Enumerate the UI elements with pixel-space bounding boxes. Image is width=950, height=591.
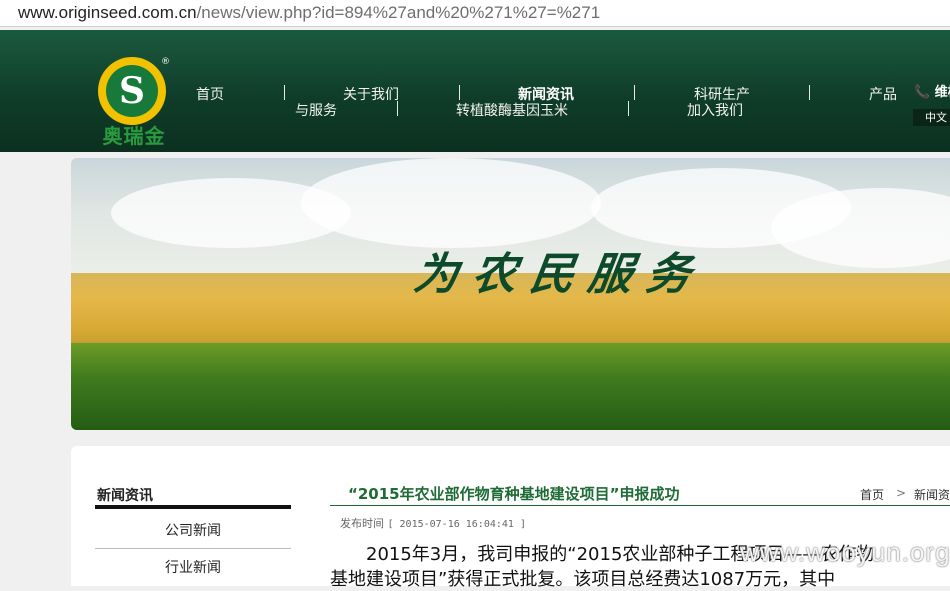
- nav-item-home[interactable]: 首页: [196, 84, 224, 104]
- nav-item-services[interactable]: 与服务: [295, 100, 337, 120]
- article-meta: 发布时间 [ 2015-07-16 16:04:41 ]: [340, 515, 526, 531]
- nav-separator: [634, 85, 635, 100]
- banner-grass: [71, 343, 950, 430]
- site-logo[interactable]: S ® 奥瑞金: [88, 57, 180, 148]
- sidebar-title-underline: [95, 505, 291, 509]
- watermark: www.wooyun.org: [740, 537, 950, 567]
- nav-item-products[interactable]: 产品: [869, 84, 897, 104]
- nav-separator: [397, 101, 398, 116]
- logo-emblem: S: [106, 65, 158, 117]
- nav-separator: [809, 85, 810, 100]
- breadcrumb-home[interactable]: 首页: [860, 486, 884, 503]
- hero-banner: 为农民服务: [71, 158, 950, 430]
- breadcrumb-current[interactable]: 新闻资: [914, 486, 950, 503]
- sidebar-title: 新闻资讯: [97, 488, 153, 504]
- breadcrumb-separator: >: [896, 486, 907, 500]
- publish-time: [ 2015-07-16 16:04:41 ]: [387, 519, 526, 530]
- nav-item-about[interactable]: 关于我们: [343, 84, 399, 104]
- publish-label: 发布时间: [340, 517, 384, 530]
- nav-item-phytase-corn[interactable]: 转植酸酶基因玉米: [456, 100, 568, 120]
- sidebar-divider: [95, 548, 291, 549]
- article-body-line: 基地建设项目”获得正式批复。该项目总经费达1087万元，其中: [330, 569, 836, 590]
- url-path: /news/view.php?id=894%27and%20%271%27=%2…: [196, 3, 601, 22]
- sidebar-item-company-news[interactable]: 公司新闻: [95, 520, 291, 540]
- banner-cloud: [301, 158, 601, 248]
- nav-separator: [459, 85, 460, 100]
- banner-slogan: 为农民服务: [410, 249, 708, 300]
- language-switch[interactable]: 中文: [913, 109, 950, 126]
- url-host: www.originseed.com.cn: [18, 3, 197, 22]
- address-bar[interactable]: www.originseed.com.cn/news/view.php?id=8…: [0, 0, 950, 27]
- article-title-rule: [330, 505, 950, 506]
- registered-mark: ®: [161, 57, 170, 67]
- logo-text: 奥瑞金: [102, 124, 166, 148]
- url-text[interactable]: www.originseed.com.cn/news/view.php?id=8…: [18, 3, 600, 23]
- sidebar-item-industry-news[interactable]: 行业新闻: [95, 557, 291, 577]
- phone-contact: 📞 维模: [914, 85, 950, 100]
- nav-separator: [628, 101, 629, 116]
- nav-item-join-us[interactable]: 加入我们: [687, 100, 743, 120]
- nav-separator: [284, 85, 285, 100]
- site-header: S ® 奥瑞金 首页 关于我们 与服务 新闻资讯 转植酸酶基因玉米 科研生产 加…: [0, 30, 950, 152]
- article-title: “2015年农业部作物育种基地建设项目”申报成功: [348, 485, 680, 503]
